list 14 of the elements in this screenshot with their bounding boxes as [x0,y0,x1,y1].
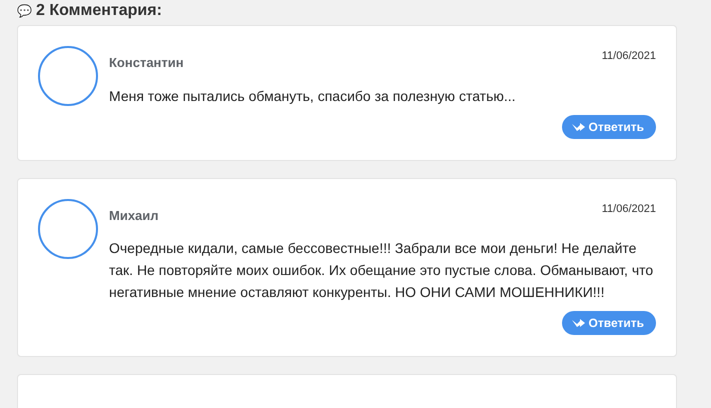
avatar [38,198,98,258]
comment-text: Меня тоже пытались обмануть, спасибо за полезную статью... [109,86,517,106]
comments-heading: 2 Комментария: [36,1,162,21]
comment-text: Очередные кидали, самые бессовестные!!! Забрали все мои деньги! Не делайте так. Не повторяйте моих ошибок. Их обещание это пустые слова. Обманывают, что негативные мнение оставляют конкуренты. НО ОНИ САМИ МОШЕННИКИ!!! [109,239,654,302]
comment-date: 11/06/2021 [602,49,656,64]
reply-button[interactable]: Ответить [562,114,656,138]
reply-arrow-icon [572,318,585,328]
comment-date: 11/06/2021 [602,202,656,216]
reply-arrow-icon [572,122,585,132]
comment-author: Михаил [109,206,159,224]
comment-author: Константин [109,54,184,72]
comments-icon: 💬 [17,2,32,20]
reply-button[interactable]: Ответить [562,311,656,335]
avatar [38,46,98,106]
